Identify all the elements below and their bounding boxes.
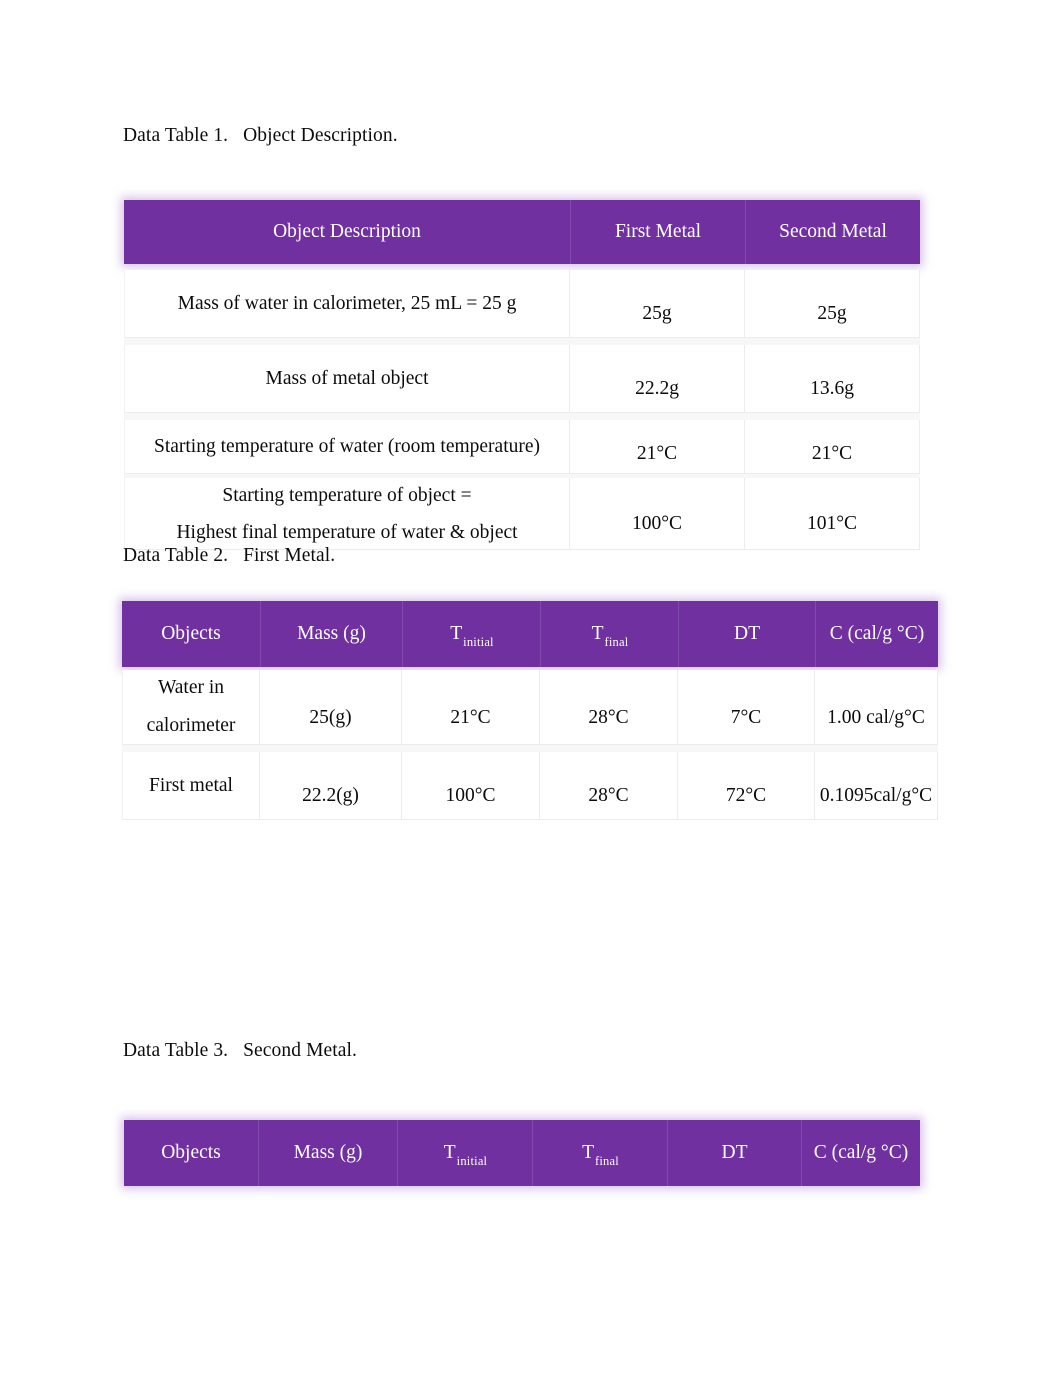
table-1-r1-label: Mass of water in calorimeter, 25 mL = 25…: [124, 270, 570, 338]
table-3-header-t-initial-sub: initial: [456, 1153, 488, 1168]
table-1-header-second-metal: Second Metal: [745, 200, 920, 264]
table-2-r2-mass: 22.2(g): [260, 752, 402, 820]
table-3-header-t-final-sub: final: [595, 1153, 619, 1168]
table-3-header-t-final: Tfinal: [532, 1120, 667, 1186]
table-2-r2-dt: 72°C: [678, 752, 815, 820]
table-3-header-mass: Mass (g): [258, 1120, 397, 1186]
table-2-header-objects-text: Objects: [161, 623, 221, 644]
table-2-header-c: C (cal/g °C): [815, 601, 938, 667]
caption-table-1: Data Table 1. Object Description.: [123, 125, 398, 146]
table-1-r4-first-metal: 100°C: [570, 478, 745, 550]
table-2-header-c-text: C (cal/g °C): [829, 623, 925, 644]
document-page: Data Table 1. Object Description. Object…: [0, 0, 1062, 1377]
caption-table-2: Data Table 2. First Metal.: [123, 545, 336, 566]
table-3-header-c: C (cal/g °C): [801, 1120, 920, 1186]
table-1-r2-label: Mass of metal object: [124, 345, 570, 413]
table-1-header-object-description: Object Description: [273, 221, 421, 242]
table-2-r2-t-final: 28°C: [540, 752, 678, 820]
table-2-r1-mass: 25(g): [260, 670, 402, 745]
caption-table-3: Data Table 3. Second Metal.: [123, 1040, 358, 1061]
table-1-header-row: Object Description First Metal Second Me…: [124, 200, 920, 264]
table-2-header-t-final-text: T: [591, 623, 604, 644]
table-1-r3-first-metal: 21°C: [570, 420, 745, 474]
table-2-header-objects: Objects: [122, 601, 260, 667]
table-1-r3-second-metal: 21°C: [745, 420, 920, 474]
table-3-header-row: Objects Mass (g) Tinitial Tfinal DT C (c…: [124, 1120, 920, 1186]
table-2-header-t-initial-text: T: [450, 623, 463, 644]
table-3-header-objects-text: Objects: [161, 1142, 221, 1163]
table-2-header-t-final: Tfinal: [540, 601, 678, 667]
table-2-row-gap: [122, 745, 938, 752]
table-row: Starting temperature of water (room temp…: [124, 420, 920, 474]
table-1-r2-first-metal: 22.2g: [570, 345, 745, 413]
table-1-r4-label-line-1: Starting temperature of object =: [222, 484, 472, 506]
table-2-r1-dt: 7°C: [678, 670, 815, 745]
table-1-row-gap: [124, 413, 920, 420]
table-2-header-mass-text: Mass (g): [297, 623, 366, 644]
table-2-header-t-final-sub: final: [604, 634, 629, 649]
table-2-r1-t-initial: 21°C: [402, 670, 540, 745]
table-2-header-row: Objects Mass (g) Tinitial Tfinal DT C (c…: [122, 601, 938, 667]
table-2-header-t-initial-sub: initial: [463, 634, 494, 649]
table-3-header-mass-text: Mass (g): [293, 1142, 363, 1163]
table-row: First metal 22.2(g) 100°C 28°C 72°C 0.10…: [122, 752, 938, 820]
table-1-header-first-metal: First Metal: [570, 200, 745, 264]
table-1-r1-first-metal: 25g: [570, 270, 745, 338]
table-row: Starting temperature of object = Highest…: [124, 478, 920, 550]
table-3-header-dt: DT: [667, 1120, 801, 1186]
table-1-row-gap: [124, 338, 920, 345]
table-2-r1-object: Water in calorimeter: [122, 670, 260, 745]
table-row: Water in calorimeter 25(g) 21°C 28°C 7°C…: [122, 670, 938, 745]
table-2-header-dt-text: DT: [734, 623, 760, 644]
table-row: Mass of water in calorimeter, 25 mL = 25…: [124, 270, 920, 338]
table-2-header-t-initial: Tinitial: [402, 601, 540, 667]
table-2-r2-t-initial: 100°C: [402, 752, 540, 820]
table-3-header-c-text: C (cal/g °C): [813, 1142, 909, 1163]
table-3-header-t-initial: Tinitial: [397, 1120, 532, 1186]
table-1-r3-label: Starting temperature of water (room temp…: [124, 420, 570, 474]
table-row: Mass of metal object 22.2g 13.6g: [124, 345, 920, 413]
table-2-r1-object-line-2: calorimeter: [146, 715, 236, 736]
table-1-r2-second-metal: 13.6g: [745, 345, 920, 413]
table-3-header-objects: Objects: [124, 1120, 258, 1186]
table-2-header-mass: Mass (g): [260, 601, 402, 667]
table-2-r2-object: First metal: [122, 752, 260, 820]
table-2-r1-object-line-1: Water in: [157, 677, 225, 698]
table-3-header-t-final-text: T: [582, 1142, 594, 1163]
table-2-header-dt: DT: [678, 601, 815, 667]
table-1-r4-label: Starting temperature of object = Highest…: [124, 478, 570, 550]
table-3-header-t-initial-text: T: [443, 1142, 456, 1163]
table-1-r1-second-metal: 25g: [745, 270, 920, 338]
table-2-r2-c: 0.1095cal/g°C: [815, 752, 938, 820]
table-2-r1-c: 1.00 cal/g°C: [815, 670, 938, 745]
table-1-r4-second-metal: 101°C: [745, 478, 920, 550]
table-2-r1-t-final: 28°C: [540, 670, 678, 745]
table-3-header-dt-text: DT: [721, 1142, 748, 1163]
